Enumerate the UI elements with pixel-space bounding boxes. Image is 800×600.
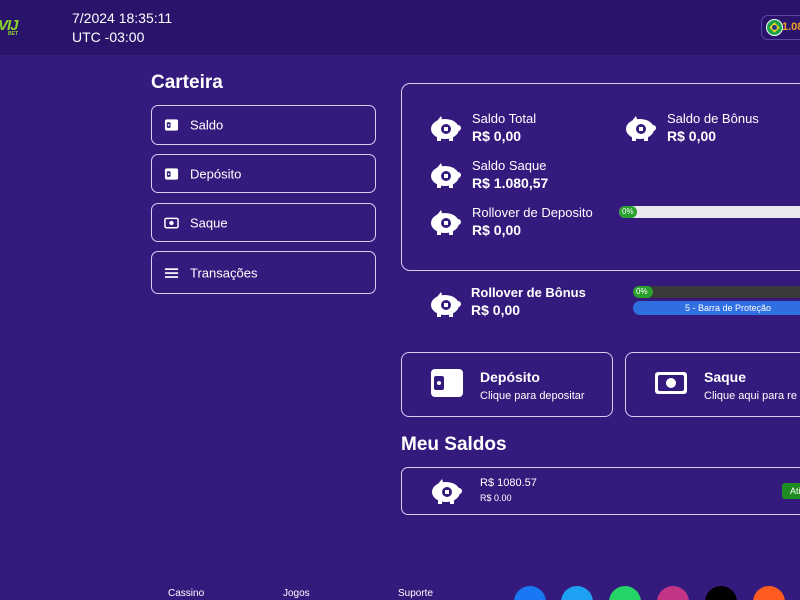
brand-logo[interactable]: VIJ BET [0, 17, 22, 39]
wallet-icon [164, 119, 179, 131]
wallet-icon [431, 369, 463, 397]
balance-chip-value: 1.08 [782, 21, 800, 33]
cash-icon [655, 372, 687, 394]
progress-percent: 0% [622, 207, 634, 216]
top-bar: VIJ BET 7/2024 18:35:11 UTC -03:00 1.08 [0, 0, 800, 55]
brazil-flag-icon [766, 19, 783, 36]
protection-bar: 5 - Barra de Proteção [633, 301, 800, 315]
saldo-bonus-label: Saldo de Bônus [667, 111, 759, 126]
saldo-saque-label: Saldo Saque [472, 158, 547, 173]
sidebar-item-label: Depósito [190, 166, 242, 181]
my-balances-title: Meu Saldos [401, 434, 507, 455]
piggy-bank-icon [432, 479, 462, 504]
piggy-bank-icon [431, 116, 461, 141]
footer-link-cassino[interactable]: Cassino [168, 588, 204, 599]
status-badge: Ati [782, 483, 800, 499]
rollover-bonus-progress: 0% [633, 286, 800, 298]
piggy-bank-icon [431, 292, 461, 317]
balance-row[interactable]: R$ 1080.57 R$ 0.00 Ati [401, 467, 800, 515]
cash-icon [164, 217, 179, 228]
sidebar-item-saldo[interactable]: Saldo [151, 105, 376, 145]
saldo-bonus-value: R$ 0,00 [667, 128, 717, 144]
twitter-icon[interactable] [561, 586, 593, 600]
wallet-icon [164, 167, 179, 180]
sidebar-item-deposito[interactable]: Depósito [151, 154, 376, 193]
saldo-total-label: Saldo Total [472, 111, 537, 126]
current-datetime: 7/2024 18:35:11 [72, 10, 173, 26]
rollover-deposito-value: R$ 0,00 [472, 222, 522, 238]
balance-row-secondary: R$ 0.00 [480, 493, 512, 503]
rollover-bonus-label: Rollover de Bônus [471, 285, 586, 300]
rollover-deposito-progress: 0% [619, 206, 800, 218]
whatsapp-icon[interactable] [609, 586, 641, 600]
deposit-card[interactable]: Depósito Clique para depositar [401, 352, 613, 417]
saldo-saque-value: R$ 1.080,57 [472, 175, 549, 191]
piggy-bank-icon [626, 116, 656, 141]
sidebar-item-label: Saque [190, 215, 228, 230]
sidebar-item-label: Transações [190, 265, 258, 280]
deposit-card-subtitle: Clique para depositar [480, 390, 585, 402]
list-icon [164, 267, 179, 278]
withdraw-card[interactable]: Saque Clique aqui para re [625, 352, 800, 417]
instagram-icon[interactable] [657, 586, 689, 600]
piggy-bank-icon [431, 210, 461, 235]
withdraw-card-subtitle: Clique aqui para re [704, 390, 797, 402]
piggy-bank-icon [431, 163, 461, 188]
progress-percent: 0% [636, 287, 648, 296]
sidebar-item-transacoes[interactable]: Transações [151, 251, 376, 294]
footer-link-suporte[interactable]: Suporte [398, 588, 433, 599]
tiktok-icon[interactable] [705, 586, 737, 600]
balance-row-amount: R$ 1080.57 [480, 477, 537, 489]
saldo-total-value: R$ 0,00 [472, 128, 522, 144]
timezone-label: UTC -03:00 [72, 29, 145, 45]
withdraw-card-title: Saque [704, 369, 747, 385]
rollover-deposito-label: Rollover de Deposito [472, 205, 593, 220]
deposit-card-title: Depósito [480, 369, 540, 385]
footer-link-jogos[interactable]: Jogos [283, 588, 310, 599]
sidebar-item-saque[interactable]: Saque [151, 203, 376, 242]
kwai-icon[interactable] [753, 586, 785, 600]
wallet-title: Carteira [151, 72, 223, 93]
facebook-icon[interactable] [514, 586, 546, 600]
balance-chip[interactable]: 1.08 [761, 15, 800, 40]
logo-subtext: BET [8, 31, 18, 37]
rollover-bonus-value: R$ 0,00 [471, 302, 521, 318]
sidebar-item-label: Saldo [190, 117, 224, 133]
